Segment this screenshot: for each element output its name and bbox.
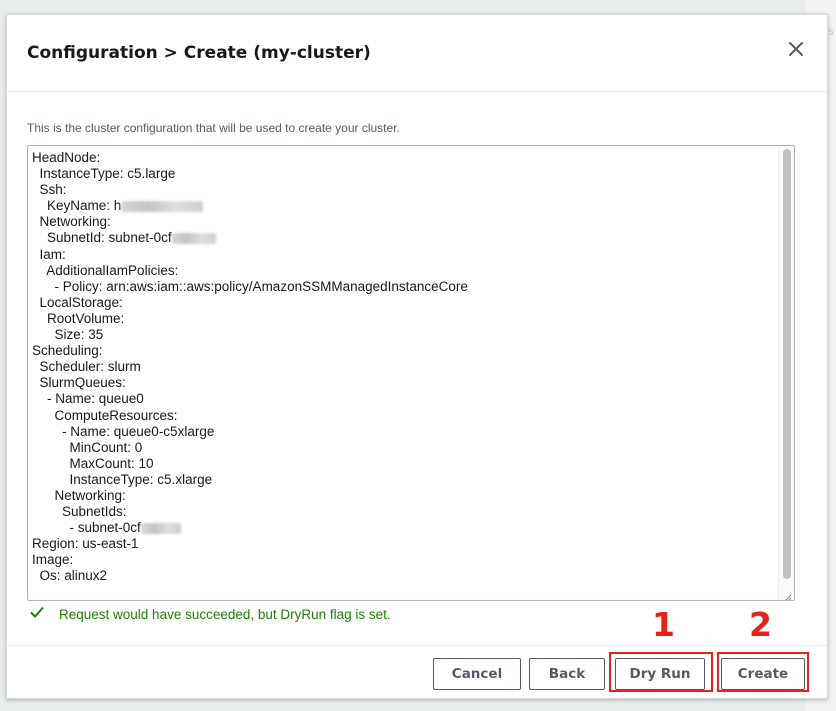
- config-line: Region: us-east-1: [32, 536, 139, 552]
- scrollbar[interactable]: [778, 146, 794, 600]
- scrollbar-thumb[interactable]: [783, 149, 791, 579]
- modal-description: This is the cluster configuration that w…: [27, 121, 400, 135]
- config-line: Image:: [32, 552, 74, 568]
- config-line: - Name: queue0: [32, 391, 144, 407]
- cancel-button[interactable]: Cancel: [433, 658, 521, 690]
- back-button[interactable]: Back: [529, 658, 605, 690]
- config-line: LocalStorage:: [32, 294, 123, 310]
- config-line: - subnet-0cf: [32, 520, 141, 536]
- config-line: InstanceType: c5.large: [32, 166, 176, 182]
- check-icon: [29, 604, 45, 624]
- modal-header: Configuration > Create (my-cluster): [7, 15, 827, 92]
- callout-box-create: [717, 652, 809, 692]
- status-text: Request would have succeeded, but DryRun…: [59, 606, 391, 622]
- config-line: KeyName: h: [32, 198, 122, 214]
- config-line: HeadNode:: [32, 150, 101, 165]
- config-line: - Name: queue0-c5xlarge: [32, 423, 215, 439]
- close-icon[interactable]: [785, 38, 807, 60]
- modal-title: Configuration > Create (my-cluster): [27, 43, 371, 63]
- config-line: Networking:: [32, 214, 111, 230]
- config-line: - Policy: arn:aws:iam::aws:policy/Amazon…: [32, 278, 468, 294]
- config-line: RootVolume:: [32, 310, 125, 326]
- callout-number-2: 2: [749, 605, 772, 644]
- config-line: Size: 35: [32, 327, 104, 343]
- config-line: SlurmQueues:: [32, 375, 126, 391]
- config-line: AdditionalIamPolicies:: [32, 262, 179, 278]
- redacted-subnet-id: [171, 233, 216, 245]
- redacted-subnet-id: [140, 523, 181, 535]
- callout-box-dry-run: [609, 652, 713, 692]
- config-line: Scheduler: slurm: [32, 359, 141, 375]
- config-line: InstanceType: c5.xlarge: [32, 471, 213, 487]
- redacted-key-name: [121, 201, 204, 213]
- config-line: MaxCount: 10: [32, 455, 154, 471]
- create-cluster-modal: Configuration > Create (my-cluster) This…: [6, 14, 828, 699]
- config-line: Ssh:: [32, 182, 67, 198]
- resize-handle-icon[interactable]: [782, 588, 792, 600]
- config-textarea[interactable]: HeadNode: InstanceType: c5.large Ssh: Ke…: [27, 145, 795, 601]
- callout-number-1: 1: [652, 605, 675, 644]
- config-line: MinCount: 0: [32, 439, 143, 455]
- config-line: Iam:: [32, 246, 66, 262]
- config-line: Networking:: [32, 487, 126, 503]
- status-message: Request would have succeeded, but DryRun…: [29, 604, 391, 624]
- config-line: Os: alinux2: [32, 568, 108, 584]
- config-line: Scheduling:: [32, 343, 103, 359]
- config-text: HeadNode: InstanceType: c5.large Ssh: Ke…: [32, 150, 468, 585]
- config-line: ComputeResources:: [32, 407, 178, 423]
- config-line: SubnetId: subnet-0cf: [32, 230, 172, 246]
- config-line: SubnetIds:: [32, 504, 127, 520]
